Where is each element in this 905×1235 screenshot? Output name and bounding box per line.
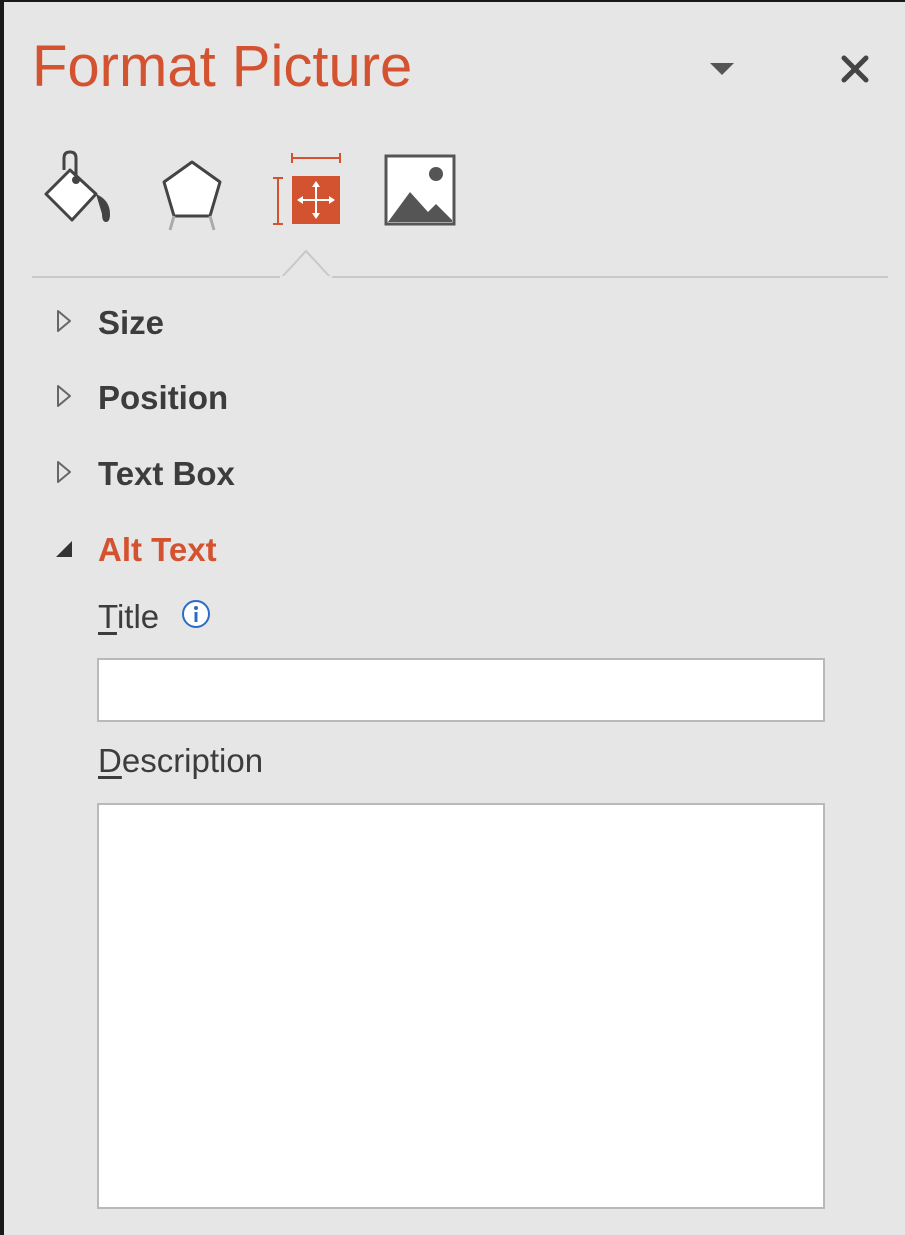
title-field-label: Title: [98, 598, 159, 636]
tab-effects[interactable]: [158, 150, 238, 232]
task-pane-options-button[interactable]: [704, 60, 740, 80]
description-field-label: Description: [98, 742, 263, 780]
chevron-down-icon: [710, 63, 734, 75]
selected-tab-indicator: [280, 249, 332, 278]
close-button[interactable]: [836, 50, 874, 88]
collapsed-arrow-icon: [57, 385, 71, 407]
tab-size-properties[interactable]: [270, 150, 350, 232]
description-label-mnemonic: D: [98, 742, 122, 779]
section-label: Size: [98, 304, 165, 341]
title-label-rest: itle: [116, 598, 160, 635]
section-label: Alt Text: [98, 531, 217, 568]
collapsed-arrow-icon: [57, 461, 71, 483]
title-label-mnemonic: T: [98, 598, 117, 635]
description-label-rest: escription: [121, 742, 264, 779]
expanded-arrow-icon: [56, 541, 72, 557]
info-icon[interactable]: [180, 598, 212, 630]
section-position[interactable]: Position: [48, 373, 448, 421]
section-label: Text Box: [98, 455, 235, 492]
section-label: Position: [98, 379, 229, 416]
section-size[interactable]: Size: [48, 298, 448, 346]
tab-strip-divider: [32, 276, 888, 278]
section-text-box[interactable]: Text Box: [48, 449, 448, 497]
picture-icon: [384, 154, 456, 226]
format-picture-pane: Format Picture Size Position Text Box Al…: [0, 0, 905, 1235]
tab-fill-line[interactable]: [40, 150, 120, 232]
title-input[interactable]: [97, 658, 825, 722]
section-alt-text[interactable]: Alt Text: [48, 525, 448, 573]
pane-title: Format Picture: [32, 34, 413, 99]
description-input[interactable]: [97, 803, 825, 1209]
size-properties-icon: [273, 153, 341, 225]
collapsed-arrow-icon: [57, 310, 71, 332]
tab-picture[interactable]: [382, 150, 462, 232]
paint-bucket-icon: [44, 150, 110, 222]
close-icon: [841, 55, 869, 83]
pentagon-icon: [162, 160, 222, 231]
